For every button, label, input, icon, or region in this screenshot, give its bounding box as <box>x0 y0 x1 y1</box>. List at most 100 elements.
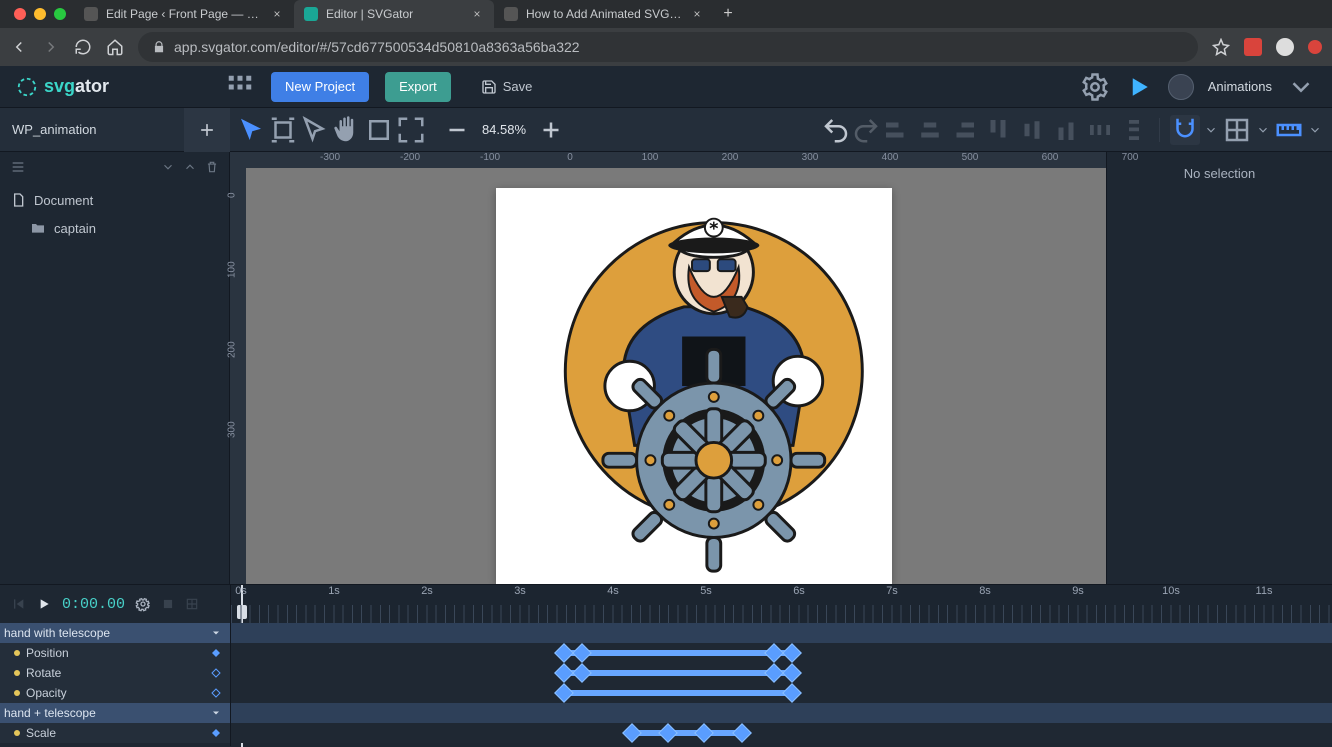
timeline-prop-opacity[interactable]: Opacity <box>0 683 230 703</box>
add-keyframe-icon[interactable] <box>210 667 222 679</box>
add-keyframe-icon[interactable] <box>210 647 222 659</box>
time-tick: 9s <box>1072 585 1084 597</box>
zoom-out-button[interactable] <box>442 115 472 145</box>
project-name[interactable]: WP_animation <box>0 122 184 137</box>
browser-tab-wordpress[interactable]: Edit Page ‹ Front Page — WordP… × <box>74 0 294 28</box>
window-maximize-icon[interactable] <box>54 8 66 20</box>
time-tick: 5s <box>700 585 712 597</box>
chevron-down-icon[interactable] <box>210 707 222 719</box>
extension-icon[interactable] <box>1244 38 1262 56</box>
add-keyframe-icon[interactable] <box>210 687 222 699</box>
browser-tab-tutorial[interactable]: How to Add Animated SVG to W… × <box>494 0 714 28</box>
forward-icon[interactable] <box>42 38 60 56</box>
timecode[interactable]: 0:00.00 <box>62 596 125 613</box>
chevron-down-icon[interactable] <box>1286 72 1316 102</box>
settings-gear-icon[interactable] <box>1080 72 1110 102</box>
user-avatar-icon[interactable] <box>1168 74 1194 100</box>
window-minimize-icon[interactable] <box>34 8 46 20</box>
favicon-icon <box>504 7 518 21</box>
layers-list-icon[interactable] <box>10 159 26 175</box>
chevron-up-icon[interactable] <box>183 160 197 174</box>
star-icon[interactable] <box>1212 38 1230 56</box>
artboard[interactable] <box>496 188 892 584</box>
pan-tool-icon[interactable] <box>332 115 362 145</box>
logo-mark-icon <box>16 76 38 98</box>
timeline-group-hand-plus-telescope[interactable]: hand + telescope <box>0 703 230 723</box>
align-hcenter-icon[interactable] <box>915 115 945 145</box>
close-icon[interactable]: × <box>270 7 284 21</box>
zoom-in-button[interactable] <box>536 115 566 145</box>
select-tool-icon[interactable] <box>236 115 266 145</box>
timeline-group-hand-telescope[interactable]: hand with telescope <box>0 623 230 643</box>
track-row[interactable] <box>231 643 1332 663</box>
close-icon[interactable]: × <box>690 7 704 21</box>
add-keyframe-icon[interactable] <box>210 727 222 739</box>
timeline-prop-position[interactable]: Position <box>0 643 230 663</box>
snap-magnet-icon[interactable] <box>1170 115 1200 145</box>
track-row[interactable] <box>231 623 1332 643</box>
zoom-value[interactable]: 84.58% <box>478 122 530 137</box>
browser-tab-svgator[interactable]: Editor | SVGator × <box>294 0 494 28</box>
track-row[interactable] <box>231 663 1332 683</box>
ruler-vertical[interactable]: 0 100 200 300 <box>230 168 246 584</box>
timeline-grid-icon[interactable] <box>185 597 199 611</box>
url-input[interactable]: app.svgator.com/editor/#/57cd677500534d5… <box>138 32 1198 62</box>
track-row[interactable] <box>231 703 1332 723</box>
align-top-icon[interactable] <box>983 115 1013 145</box>
undo-icon[interactable] <box>821 115 851 145</box>
node-tool-icon[interactable] <box>300 115 330 145</box>
ruler-tick: 0 <box>227 192 238 198</box>
home-icon[interactable] <box>106 38 124 56</box>
svgator-logo[interactable]: svgator <box>16 76 109 98</box>
timeline-prop-rotate[interactable]: Rotate <box>0 663 230 683</box>
window-close-icon[interactable] <box>14 8 26 20</box>
chevron-down-icon[interactable] <box>1308 115 1322 145</box>
new-project-button[interactable]: New Project <box>271 72 369 102</box>
timeline-settings-icon[interactable] <box>135 596 151 612</box>
align-right-icon[interactable] <box>949 115 979 145</box>
distribute-v-icon[interactable] <box>1119 115 1149 145</box>
transform-tool-icon[interactable] <box>268 115 298 145</box>
align-bottom-icon[interactable] <box>1051 115 1081 145</box>
new-tab-button[interactable]: + <box>714 5 742 23</box>
export-button[interactable]: Export <box>385 72 451 102</box>
close-icon[interactable]: × <box>470 7 484 21</box>
timeline-marker-icon[interactable] <box>161 597 175 611</box>
apps-grid-icon[interactable] <box>225 72 255 102</box>
extension-dot-icon[interactable] <box>1308 40 1322 54</box>
distribute-h-icon[interactable] <box>1085 115 1115 145</box>
ruler-toggle-icon[interactable] <box>1274 115 1304 145</box>
fit-tool-icon[interactable] <box>396 115 426 145</box>
canvas[interactable] <box>246 168 1106 584</box>
track-row[interactable] <box>231 683 1332 703</box>
timeline-header: 0:00.00 0s 1s 2s 3s 4s 5s 6s 7s 8s 9s 10… <box>0 585 1332 623</box>
save-button[interactable]: Save <box>467 72 547 102</box>
user-label[interactable]: Animations <box>1208 79 1272 94</box>
tree-folder-captain[interactable]: captain <box>0 214 229 242</box>
timeline-prop-scale[interactable]: Scale <box>0 723 230 743</box>
redo-icon[interactable] <box>851 115 881 145</box>
profile-avatar[interactable] <box>1276 38 1294 56</box>
chevron-down-icon[interactable] <box>1256 115 1270 145</box>
add-element-button[interactable] <box>184 108 230 152</box>
chevron-down-icon[interactable] <box>1204 115 1218 145</box>
trash-icon[interactable] <box>205 160 219 174</box>
timeline-ruler[interactable]: 0s 1s 2s 3s 4s 5s 6s 7s 8s 9s 10s 11s <box>230 585 1332 623</box>
back-icon[interactable] <box>10 38 28 56</box>
time-tick: 7s <box>886 585 898 597</box>
shape-tool-icon[interactable] <box>364 115 394 145</box>
timeline-tracks[interactable] <box>230 623 1332 746</box>
play-preview-icon[interactable] <box>1124 72 1154 102</box>
align-vcenter-icon[interactable] <box>1017 115 1047 145</box>
play-button[interactable] <box>36 596 52 612</box>
prev-frame-icon[interactable] <box>10 596 26 612</box>
align-left-icon[interactable] <box>881 115 911 145</box>
ruler-horizontal[interactable]: -300 -200 -100 0 100 200 300 400 500 600… <box>230 152 1106 168</box>
track-row[interactable] <box>231 723 1332 743</box>
tree-document[interactable]: Document <box>0 186 229 214</box>
chevron-down-icon[interactable] <box>161 160 175 174</box>
chevron-down-icon[interactable] <box>210 627 222 639</box>
layers-panel: Document captain <box>0 152 230 584</box>
reload-icon[interactable] <box>74 38 92 56</box>
grid-toggle-icon[interactable] <box>1222 115 1252 145</box>
